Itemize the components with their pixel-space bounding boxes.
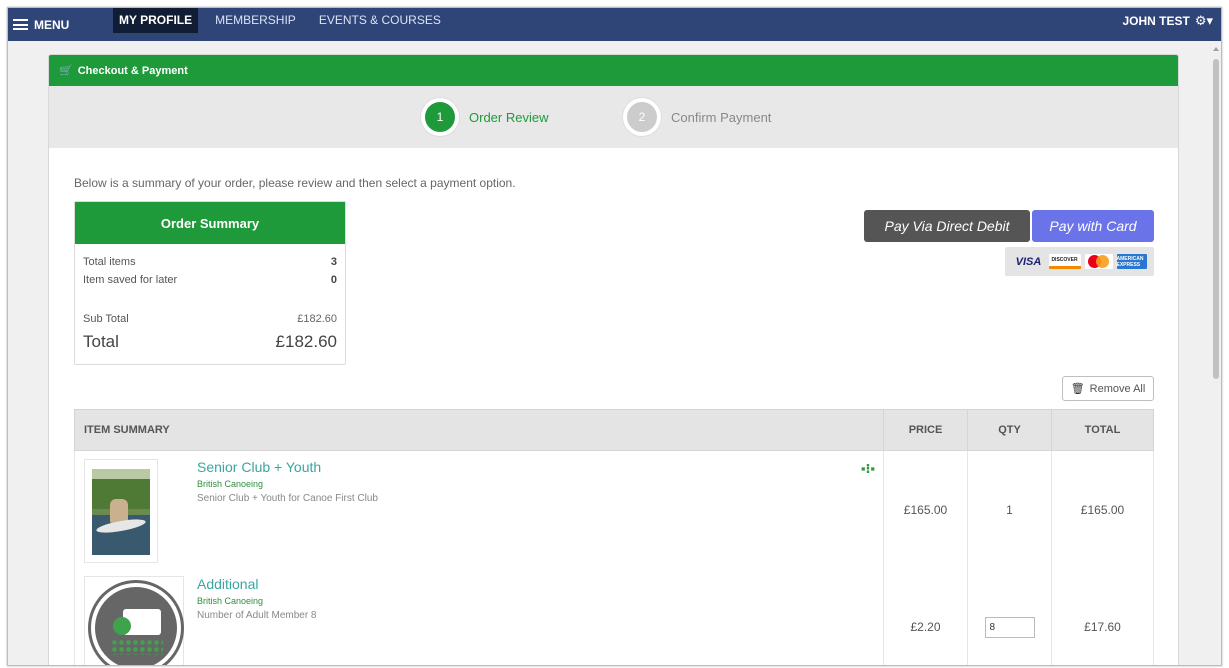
checkout-steps: 1 Order Review 2 Confirm Payment bbox=[49, 86, 1178, 148]
amex-logo: AMERICAN EXPRESS bbox=[1116, 254, 1147, 269]
summary-value: 3 bbox=[330, 256, 337, 268]
header-qty: QTY bbox=[968, 410, 1052, 450]
header-total: TOTAL bbox=[1084, 424, 1121, 436]
vertical-scrollbar[interactable] bbox=[1211, 41, 1221, 665]
item-thumbnail bbox=[84, 576, 184, 665]
summary-row-total: Total £182.60 bbox=[83, 332, 337, 352]
summary-value: 0 bbox=[330, 274, 337, 286]
pay-direct-debit-button[interactable]: Pay Via Direct Debit bbox=[864, 210, 1030, 242]
scroll-thumb[interactable] bbox=[1213, 59, 1219, 379]
card-header: 🛒 Checkout & Payment bbox=[49, 55, 1178, 86]
kayak-photo bbox=[92, 469, 150, 555]
summary-row-saved: Item saved for later 0 bbox=[83, 274, 337, 286]
gear-icon: ⚙▾ bbox=[1194, 12, 1213, 28]
browser-frame: MENU MY PROFILE MEMBERSHIP EVENTS & COUR… bbox=[7, 7, 1222, 666]
summary-label: Total bbox=[83, 332, 119, 351]
user-menu[interactable]: JOHN TEST ⚙▾ bbox=[1122, 8, 1213, 33]
step-number: 2 bbox=[623, 98, 661, 136]
trash-icon: 🗑 bbox=[1070, 383, 1085, 395]
card-logos: VISA DISCOVER AMERICAN EXPRESS bbox=[1005, 247, 1154, 276]
hierarchy-icon[interactable]: ▪⁝▪ bbox=[861, 461, 875, 477]
order-summary-panel: Order Summary Total items 3 Item saved f… bbox=[74, 201, 346, 365]
discover-logo: DISCOVER bbox=[1048, 254, 1081, 269]
summary-label: Total items bbox=[83, 256, 136, 268]
item-title-link[interactable]: Additional bbox=[197, 576, 259, 592]
remove-all-label: Remove All bbox=[1089, 382, 1146, 395]
visa-logo: VISA bbox=[1015, 255, 1042, 268]
item-qty-cell bbox=[968, 568, 1052, 665]
order-summary-title: Order Summary bbox=[75, 202, 345, 244]
item-total: £165.00 bbox=[1080, 502, 1125, 517]
item-description: Senior Club + Youth for Canoe First Club bbox=[197, 493, 378, 504]
table-row: Additional British Canoeing Number of Ad… bbox=[74, 568, 1154, 665]
table-header: ITEM SUMMARY PRICE QTY TOTAL bbox=[74, 409, 1154, 451]
step-label: Confirm Payment bbox=[671, 109, 772, 125]
step-number: 1 bbox=[421, 98, 459, 136]
step-label: Order Review bbox=[469, 109, 549, 125]
nav-link-membership[interactable]: MEMBERSHIP bbox=[209, 8, 302, 33]
quantity-input[interactable] bbox=[984, 616, 1035, 638]
item-qty: 1 bbox=[968, 451, 1052, 568]
item-organisation: British Canoeing bbox=[197, 479, 264, 489]
menu-label: MENU bbox=[34, 17, 70, 32]
nav-links: MY PROFILE MEMBERSHIP EVENTS & COURSES bbox=[113, 8, 458, 41]
item-thumbnail bbox=[84, 459, 158, 563]
summary-value: £182.60 bbox=[275, 332, 337, 351]
menu-button[interactable]: MENU bbox=[13, 8, 69, 41]
nav-link-events-courses[interactable]: EVENTS & COURSES bbox=[313, 8, 447, 33]
cart-icon: 🛒 bbox=[59, 65, 73, 77]
mastercard-logo bbox=[1084, 254, 1113, 269]
item-table: ITEM SUMMARY PRICE QTY TOTAL Senior Club… bbox=[74, 409, 1154, 665]
checkout-card: 🛒 Checkout & Payment 1 Order Review 2 Co… bbox=[48, 54, 1179, 665]
scroll-up-icon[interactable] bbox=[1213, 47, 1219, 51]
item-cell: Senior Club + Youth British Canoeing Sen… bbox=[75, 451, 884, 568]
item-description: Number of Adult Member 8 bbox=[197, 610, 317, 621]
item-price: £165.00 bbox=[884, 451, 968, 568]
card-header-title: Checkout & Payment bbox=[77, 64, 188, 77]
item-price: £2.20 bbox=[884, 568, 968, 665]
item-organisation: British Canoeing bbox=[197, 596, 264, 606]
pay-with-card-button[interactable]: Pay with Card bbox=[1032, 210, 1154, 242]
item-title-link[interactable]: Senior Club + Youth bbox=[197, 459, 321, 475]
intro-text: Below is a summary of your order, please… bbox=[74, 176, 516, 190]
top-navbar: MENU MY PROFILE MEMBERSHIP EVENTS & COUR… bbox=[8, 8, 1221, 41]
item-total: £17.60 bbox=[1084, 620, 1121, 634]
item-cell: Additional British Canoeing Number of Ad… bbox=[75, 568, 884, 665]
header-item-summary: ITEM SUMMARY bbox=[75, 410, 884, 450]
summary-row-total-items: Total items 3 bbox=[83, 256, 337, 268]
nav-link-my-profile[interactable]: MY PROFILE bbox=[113, 8, 199, 33]
summary-label: Item saved for later bbox=[83, 274, 178, 286]
header-price: PRICE bbox=[884, 410, 968, 450]
hamburger-icon bbox=[13, 19, 28, 30]
summary-label: Sub Total bbox=[83, 313, 129, 325]
summary-value: £182.60 bbox=[297, 313, 337, 325]
step-order-review[interactable]: 1 Order Review bbox=[421, 98, 548, 136]
table-row: Senior Club + Youth British Canoeing Sen… bbox=[74, 451, 1154, 568]
user-name: JOHN TEST bbox=[1122, 13, 1190, 28]
membership-logo-icon bbox=[91, 583, 181, 665]
remove-all-button[interactable]: 🗑 Remove All bbox=[1062, 376, 1154, 401]
summary-row-subtotal: Sub Total £182.60 bbox=[83, 313, 337, 325]
step-confirm-payment[interactable]: 2 Confirm Payment bbox=[623, 98, 771, 136]
